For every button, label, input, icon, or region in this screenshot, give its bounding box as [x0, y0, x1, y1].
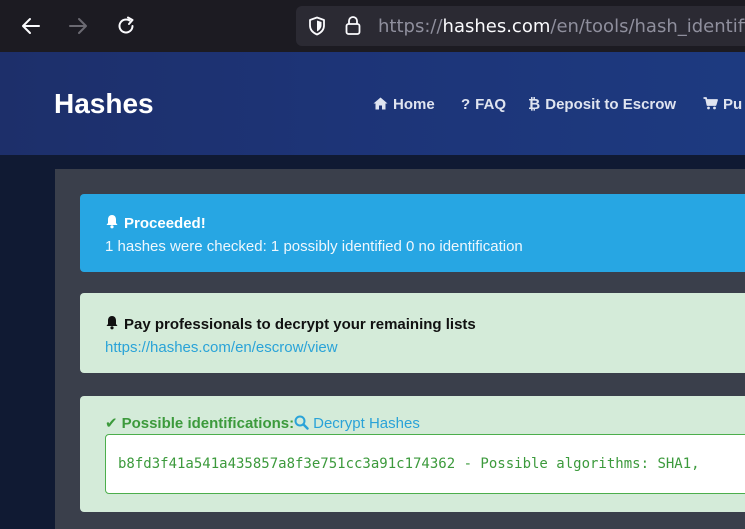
pay-title-text: Pay professionals to decrypt your remain… — [124, 316, 476, 333]
identification-result-box[interactable]: b8fd3f41a541a435857a8f3e751cc3a91c174362… — [105, 434, 745, 494]
alert-proceeded-title: Proceeded! — [105, 214, 206, 232]
bell-icon — [106, 215, 118, 229]
arrow-right-icon — [69, 18, 87, 34]
alert-pay-title: Pay professionals to decrypt your remain… — [105, 315, 476, 333]
alert-proceeded: Proceeded! 1 hashes were checked: 1 poss… — [80, 194, 745, 272]
identifications-title: Possible identifications: — [121, 415, 295, 432]
reload-icon — [118, 16, 134, 34]
arrow-left-icon — [22, 18, 40, 34]
forward-button[interactable] — [62, 10, 94, 42]
site-logo[interactable]: Hashes — [54, 88, 154, 120]
alert-pay-professionals: Pay professionals to decrypt your remain… — [80, 293, 745, 373]
proceeded-title-text: Proceeded! — [124, 215, 206, 232]
alert-proceeded-text: 1 hashes were checked: 1 possibly identi… — [105, 238, 523, 255]
alert-identifications: ✔ Possible identifications: Decrypt Hashes… — [80, 396, 745, 512]
decrypt-hashes-label: Decrypt Hashes — [313, 415, 420, 432]
browser-toolbar: https://hashes.com/en/tools/hash_identif… — [0, 0, 745, 52]
check-icon: ✔ — [105, 415, 118, 432]
lock-icon[interactable] — [344, 15, 362, 37]
identifications-header: ✔ Possible identifications: Decrypt Hashes — [105, 414, 420, 432]
escrow-link[interactable]: https://hashes.com/en/escrow/view — [105, 339, 338, 356]
cart-icon — [703, 96, 718, 113]
nav-faq[interactable]: ? FAQ — [461, 96, 506, 113]
question-icon: ? — [461, 96, 471, 113]
home-icon — [373, 96, 388, 113]
nav-purchase-label: Pu — [723, 96, 743, 113]
bitcoin-icon: ₿ — [528, 96, 541, 113]
shield-icon[interactable] — [308, 16, 326, 36]
nav-faq-label: FAQ — [475, 96, 507, 113]
url-prefix: https:// — [378, 16, 443, 37]
url-host: hashes.com — [442, 16, 551, 37]
nav-home[interactable]: Home — [373, 96, 435, 113]
nav-escrow-label: Deposit to Escrow — [545, 96, 677, 113]
decrypt-hashes-link[interactable]: Decrypt Hashes — [294, 415, 420, 432]
url-text[interactable]: https://hashes.com/en/tools/hash_identif… — [378, 16, 745, 37]
site-header: Hashes Home ? FAQ ₿ Deposit to Escrow Pu — [0, 52, 745, 155]
bell-icon — [106, 316, 118, 330]
url-path: /en/tools/hash_identifier — [550, 16, 745, 37]
address-bar[interactable]: https://hashes.com/en/tools/hash_identif… — [296, 6, 745, 46]
back-button[interactable] — [15, 10, 47, 42]
reload-button[interactable] — [110, 10, 142, 42]
nav-deposit-escrow[interactable]: ₿ Deposit to Escrow — [528, 96, 676, 113]
nav-purchase[interactable]: Pu — [703, 96, 742, 113]
identification-result: b8fd3f41a541a435857a8f3e751cc3a91c174362… — [118, 456, 700, 472]
search-icon — [294, 415, 309, 430]
nav-home-label: Home — [393, 96, 435, 113]
